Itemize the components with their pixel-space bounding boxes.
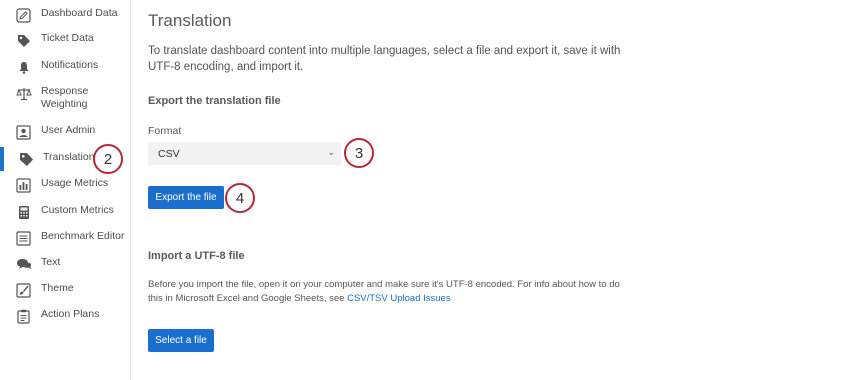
import-heading: Import a UTF-8 file [148,250,245,262]
sidebar-item-label: Dashboard Data [41,7,118,19]
intro-text: To translate dashboard content into mult… [148,45,621,73]
export-heading: Export the translation file [148,95,281,107]
sidebar-item-label: User Admin [41,124,96,136]
step-callout-2: 2 [93,144,123,174]
chevron-down-icon: ⌄ [327,147,335,157]
csv-upload-issues-link[interactable]: CSV/TSV Upload Issues [347,293,451,304]
sidebar-item-label: Text [41,256,61,268]
format-select-value: CSV [158,148,180,160]
import-instructions: Before you import the file, open it on y… [148,278,628,306]
step-callout-4: 4 [225,183,255,213]
sidebar-item-label: Usage Metrics [41,177,109,189]
tag-icon [15,32,32,49]
export-file-button[interactable]: Export the file [148,186,224,209]
bar-chart-icon [15,177,32,194]
chat-bubbles-icon [15,256,32,273]
format-select[interactable]: CSV ⌄ [148,142,341,165]
select-file-button[interactable]: Select a file [148,329,214,352]
calculator-icon [15,204,32,221]
sidebar-item-label: Response Weighting [41,85,89,110]
paint-brush-icon [15,282,32,299]
sidebar-item-label: Notifications [41,59,99,71]
sidebar-item-label: Translation [43,151,95,163]
user-admin-icon [15,124,32,141]
translation-tag-icon [18,151,35,168]
sidebar-item-label: Ticket Data [41,32,94,44]
active-indicator [0,147,4,171]
bell-icon [15,59,32,76]
step-callout-3: 3 [344,138,374,168]
sidebar-item-label: Benchmark Editor [41,230,125,242]
sidebar: Dashboard Data Ticket Data Notifications… [0,0,131,380]
sidebar-item-label: Theme [41,282,74,294]
list-icon [15,230,32,247]
format-label: Format [148,125,182,137]
page-title: Translation [148,11,232,30]
scale-icon [15,85,32,102]
sidebar-item-label: Action Plans [41,308,100,320]
pencil-icon [15,7,32,24]
clipboard-icon [15,308,32,325]
sidebar-item-label: Custom Metrics [41,204,114,216]
